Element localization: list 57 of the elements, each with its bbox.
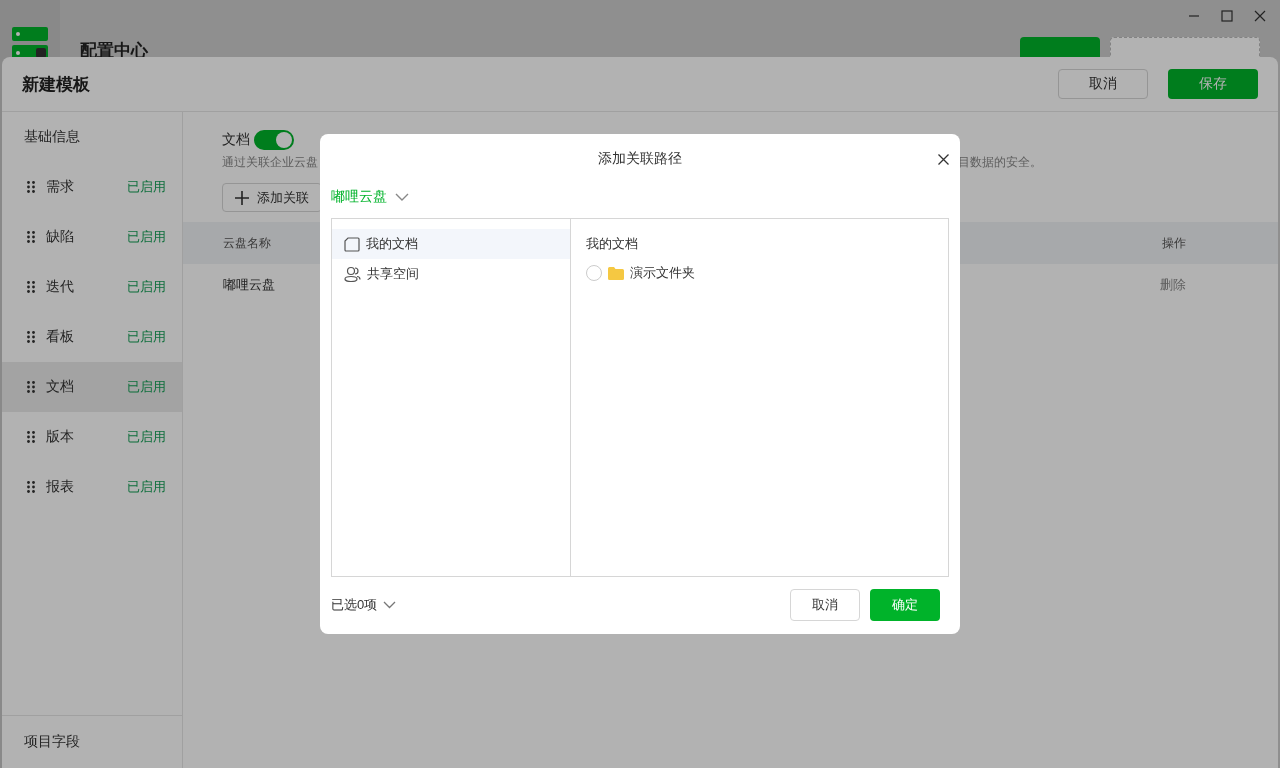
drag-handle-icon[interactable]	[27, 331, 35, 343]
drag-handle-icon[interactable]	[27, 431, 35, 443]
toggle-switch[interactable]	[254, 130, 294, 150]
close-icon[interactable]	[938, 154, 949, 165]
nav-label: 迭代	[46, 278, 75, 296]
location-label: 共享空间	[367, 265, 419, 283]
drag-handle-icon[interactable]	[27, 181, 35, 193]
column-header: 云盘名称	[223, 234, 271, 252]
nav-item[interactable]: 看板 已启用	[2, 312, 182, 362]
location-item[interactable]: 我的文档	[332, 229, 570, 259]
plus-icon	[235, 190, 249, 205]
nav-header[interactable]: 基础信息	[2, 112, 182, 162]
nav-item[interactable]: 缺陷 已启用	[2, 212, 182, 262]
status-text: 已启用	[127, 228, 166, 246]
toggle-label: 文档	[222, 131, 250, 149]
cancel-button[interactable]: 取消	[790, 588, 860, 621]
location-item[interactable]: 共享空间	[332, 259, 570, 289]
add-path-button[interactable]: 添加关联	[222, 183, 322, 212]
location-label: 我的文档	[366, 235, 418, 253]
folder-outline-icon	[344, 236, 360, 252]
nav-label: 看板	[46, 328, 75, 346]
folder-heading: 我的文档	[586, 235, 639, 253]
nav-footer-item[interactable]: 项目字段	[2, 715, 182, 768]
drag-handle-icon[interactable]	[27, 381, 35, 393]
status-text: 已启用	[127, 378, 166, 396]
drag-handle-icon[interactable]	[27, 281, 35, 293]
folder-name[interactable]: 演示文件夹	[630, 264, 695, 282]
dialog-title: 添加关联路径	[598, 150, 682, 168]
nav-label: 文档	[46, 378, 75, 396]
maximize-icon[interactable]	[1221, 10, 1233, 22]
selection-summary[interactable]: 已选0项	[331, 595, 397, 614]
status-text: 已启用	[127, 278, 166, 296]
table-cell: 嘟哩云盘	[223, 276, 275, 294]
description-text: 通过关联企业云盘	[222, 154, 318, 171]
nav-item[interactable]: 迭代 已启用	[2, 262, 182, 312]
nav-label: 缺陷	[46, 228, 75, 246]
drag-handle-icon[interactable]	[27, 481, 35, 493]
sheet-title: 新建模板	[22, 73, 90, 96]
users-icon	[344, 266, 361, 282]
chevron-down-icon	[395, 193, 409, 201]
nav-label: 版本	[46, 428, 75, 446]
status-text: 已启用	[127, 478, 166, 496]
status-text: 已启用	[127, 428, 166, 446]
nav-item[interactable]: 文档 已启用	[2, 362, 182, 412]
nav-label: 需求	[46, 178, 75, 196]
folder-icon	[608, 266, 624, 280]
status-text: 已启用	[127, 178, 166, 196]
column-header: 操作	[1162, 234, 1186, 252]
nav-label: 报表	[46, 478, 75, 496]
chevron-down-icon	[383, 600, 397, 609]
nav-item[interactable]: 报表 已启用	[2, 462, 182, 512]
nav-item[interactable]: 版本 已启用	[2, 412, 182, 462]
description-text: 目数据的安全。	[958, 154, 1042, 171]
drag-handle-icon[interactable]	[27, 231, 35, 243]
nav-item[interactable]: 需求 已启用	[2, 162, 182, 212]
status-text: 已启用	[127, 328, 166, 346]
cancel-button[interactable]: 取消	[1058, 69, 1148, 99]
